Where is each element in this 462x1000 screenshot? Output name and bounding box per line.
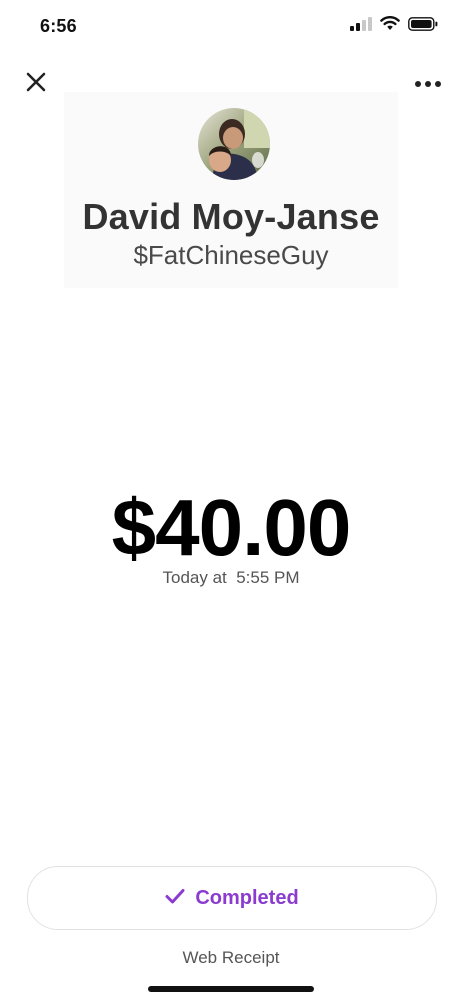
profile-handle: $FatChineseGuy	[133, 240, 329, 270]
close-icon	[26, 72, 46, 97]
avatar[interactable]	[198, 108, 270, 180]
battery-icon	[408, 16, 438, 36]
checkmark-icon	[165, 888, 185, 909]
payment-timestamp: Today at 5:55 PM	[162, 568, 300, 587]
wifi-icon	[380, 16, 400, 36]
completed-status-label: Completed	[195, 886, 299, 909]
web-receipt-link[interactable]: Web Receipt	[0, 948, 462, 968]
close-button[interactable]	[18, 66, 54, 102]
profile-name: David Moy-Janse	[82, 196, 380, 237]
completed-status-button[interactable]: Completed	[27, 866, 437, 930]
status-bar: 6:56	[0, 0, 462, 54]
status-time: 6:56	[40, 16, 77, 36]
payment-amount: $40.00	[111, 483, 352, 572]
status-icons	[350, 16, 438, 36]
more-options-icon	[414, 75, 442, 93]
home-indicator	[148, 986, 314, 992]
more-options-button[interactable]	[408, 68, 448, 100]
cellular-signal-icon	[350, 16, 372, 36]
